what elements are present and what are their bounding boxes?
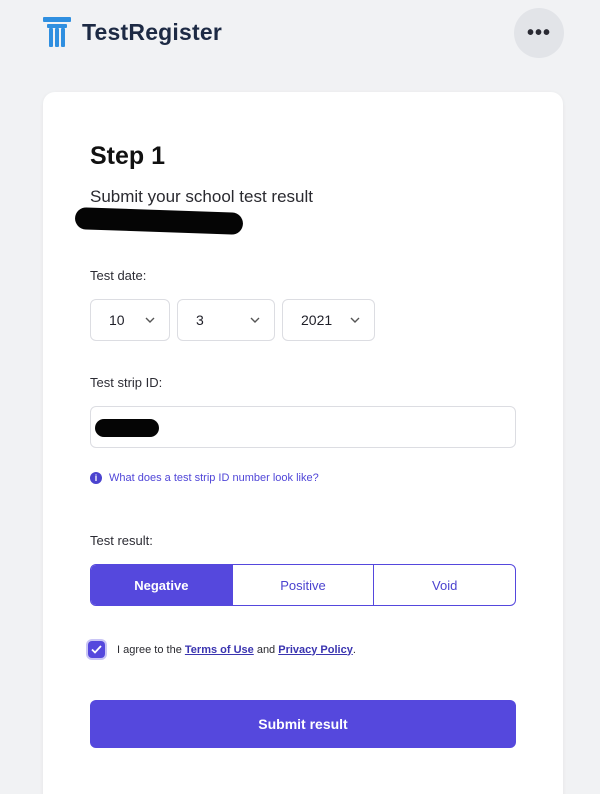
test-strip-help-link[interactable]: i What does a test strip ID number look … [90,472,319,484]
more-icon: ••• [526,21,551,44]
year-value: 2021 [301,312,333,328]
day-value: 10 [109,312,125,328]
step-subtitle: Submit your school test result [90,187,313,206]
app-name: TestRegister [82,18,223,45]
agreement-suffix: . [352,643,356,656]
privacy-policy-link[interactable]: Privacy Policy [278,644,353,656]
day-select[interactable]: 10 [90,299,170,341]
app-logo[interactable]: TestRegister [42,16,222,48]
agreement-text: I agree to the Terms of Use and Privacy … [117,644,356,656]
step-title: Step 1 [90,142,166,170]
page: TestRegister ••• Step 1 Submit your scho… [0,0,600,794]
help-text: What does a test strip ID number look li… [109,472,319,484]
terms-of-use-link[interactable]: Terms of Use [185,644,254,656]
chevron-down-icon [250,317,260,323]
chevron-down-icon [350,317,360,323]
redaction-mark [95,419,159,437]
agreement-middle: and [253,643,279,656]
chevron-down-icon [145,317,155,323]
test-result-selector: Negative Positive Void [90,564,516,606]
info-icon: i [90,472,102,484]
form-card: Step 1 Submit your school test result Te… [43,92,563,794]
result-option-positive[interactable]: Positive [231,565,374,605]
more-options-button[interactable]: ••• [514,8,564,58]
redaction-mark [74,207,244,235]
agreement-prefix: I agree to the [117,643,185,656]
result-option-void[interactable]: Void [373,565,515,605]
agreement-row: I agree to the Terms of Use and Privacy … [88,641,356,658]
month-value: 3 [196,312,204,328]
agree-checkbox[interactable] [88,641,105,658]
testregister-logo-icon [43,17,71,47]
test-date-label: Test date: [90,268,147,283]
test-strip-label: Test strip ID: [90,375,163,390]
submit-result-button[interactable]: Submit result [90,700,516,748]
result-option-negative[interactable]: Negative [91,565,232,605]
test-result-label: Test result: [90,533,153,548]
test-strip-id-input[interactable] [90,406,516,448]
checkmark-icon [91,645,102,654]
month-select[interactable]: 3 [177,299,275,341]
app-header: TestRegister ••• [0,0,600,70]
year-select[interactable]: 2021 [282,299,375,341]
